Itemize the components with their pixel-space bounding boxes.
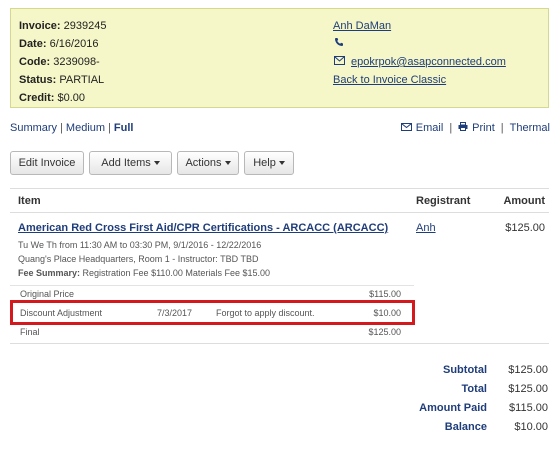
chevron-down-icon	[153, 161, 160, 166]
separator: |	[500, 122, 504, 134]
envelope-icon	[400, 123, 412, 134]
printer-icon	[458, 122, 468, 134]
item-column-header: Item	[18, 195, 41, 207]
summary-view-link[interactable]: Summary	[10, 122, 57, 134]
envelope-icon	[333, 53, 345, 71]
discount-amount: $10.00	[373, 308, 401, 318]
print-label: Print	[472, 122, 495, 134]
add-items-dropdown[interactable]: Add Items	[89, 151, 172, 175]
invoice-date: 6/16/2016	[49, 38, 99, 50]
amount-paid-value: $115.00	[509, 402, 548, 414]
add-items-label: Add Items	[101, 157, 151, 169]
total-label: Total	[461, 383, 487, 395]
total-value: $125.00	[508, 383, 548, 395]
discount-date: 7/3/2017	[157, 308, 193, 318]
separator: |	[60, 122, 63, 134]
credit-label: Credit:	[19, 92, 55, 104]
medium-view-link[interactable]: Medium	[66, 122, 105, 134]
fee-summary-label: Fee Summary:	[18, 268, 81, 278]
view-mode-links: Summary | Medium | Full	[10, 122, 133, 134]
separator: |	[108, 122, 111, 134]
balance-value: $10.00	[514, 421, 548, 433]
email-label: Email	[415, 122, 444, 134]
invoice-label: Invoice:	[19, 20, 61, 32]
customer-email-link[interactable]: epokrpok@asapconnected.com	[351, 56, 506, 68]
final-price-label: Final	[20, 327, 40, 337]
invoice-info-panel: Invoice: 2939245 Date: 6/16/2016 Code: 3…	[10, 8, 549, 108]
back-to-invoice-classic-link[interactable]: Back to Invoice Classic	[333, 74, 446, 86]
invoice-details: Invoice: 2939245 Date: 6/16/2016 Code: 3…	[19, 17, 106, 107]
original-price-label: Original Price	[20, 289, 75, 299]
course-title-link[interactable]: American Red Cross First Aid/CPR Certifi…	[18, 222, 388, 234]
original-price-amount: $115.00	[369, 289, 401, 299]
full-view-link[interactable]: Full	[114, 122, 134, 134]
table-top-divider	[10, 188, 549, 189]
discount-note: Forgot to apply discount.	[216, 308, 315, 318]
fee-summary-text: Registration Fee $110.00 Materials Fee $…	[80, 268, 270, 278]
registrant-column-header: Registrant	[416, 195, 471, 207]
registrant-link[interactable]: Anh	[416, 222, 436, 234]
separator: |	[449, 122, 453, 134]
contact-details: Anh DaMan epokrpok@asapconnected.com Bac…	[333, 17, 506, 89]
customer-name-link[interactable]: Anh DaMan	[333, 20, 391, 32]
chevron-down-icon	[224, 161, 231, 166]
actions-dropdown[interactable]: Actions	[177, 151, 239, 175]
output-actions: Email | Print | Thermal	[400, 122, 550, 134]
thermal-action[interactable]: Thermal	[510, 122, 550, 134]
edit-invoice-button[interactable]: Edit Invoice	[10, 151, 84, 175]
print-action[interactable]: Print	[458, 122, 495, 134]
divider	[10, 285, 414, 286]
invoice-number: 2939245	[63, 20, 107, 32]
balance-label: Balance	[444, 421, 487, 433]
final-price-amount: $125.00	[368, 327, 401, 337]
course-schedule: Tu We Th from 11:30 AM to 03:30 PM, 9/1/…	[18, 240, 262, 250]
invoice-credit: $0.00	[57, 92, 86, 104]
discount-adjustment-label: Discount Adjustment	[20, 308, 103, 318]
actions-label: Actions	[185, 157, 222, 169]
code-label: Code:	[19, 56, 51, 68]
help-label: Help	[253, 157, 276, 169]
subtotal-value: $125.00	[508, 364, 548, 376]
table-bottom-divider	[10, 343, 549, 344]
chevron-down-icon	[278, 161, 285, 166]
amount-paid-label: Amount Paid	[419, 402, 487, 414]
fee-summary: Fee Summary: Registration Fee $110.00 Ma…	[18, 268, 270, 278]
email-action[interactable]: Email	[400, 122, 444, 134]
date-label: Date:	[19, 38, 47, 50]
line-amount: $125.00	[505, 222, 545, 234]
subtotal-label: Subtotal	[443, 364, 487, 376]
course-location: Quang's Place Headquarters, Room 1 - Ins…	[18, 254, 259, 264]
amount-column-header: Amount	[503, 195, 545, 207]
invoice-code: 3239098-	[53, 56, 100, 68]
edit-invoice-label: Edit Invoice	[18, 157, 76, 169]
status-label: Status:	[19, 74, 57, 86]
table-header-divider	[10, 212, 549, 213]
invoice-status: PARTIAL	[59, 74, 105, 86]
help-dropdown[interactable]: Help	[244, 151, 294, 175]
phone-icon	[333, 35, 345, 53]
